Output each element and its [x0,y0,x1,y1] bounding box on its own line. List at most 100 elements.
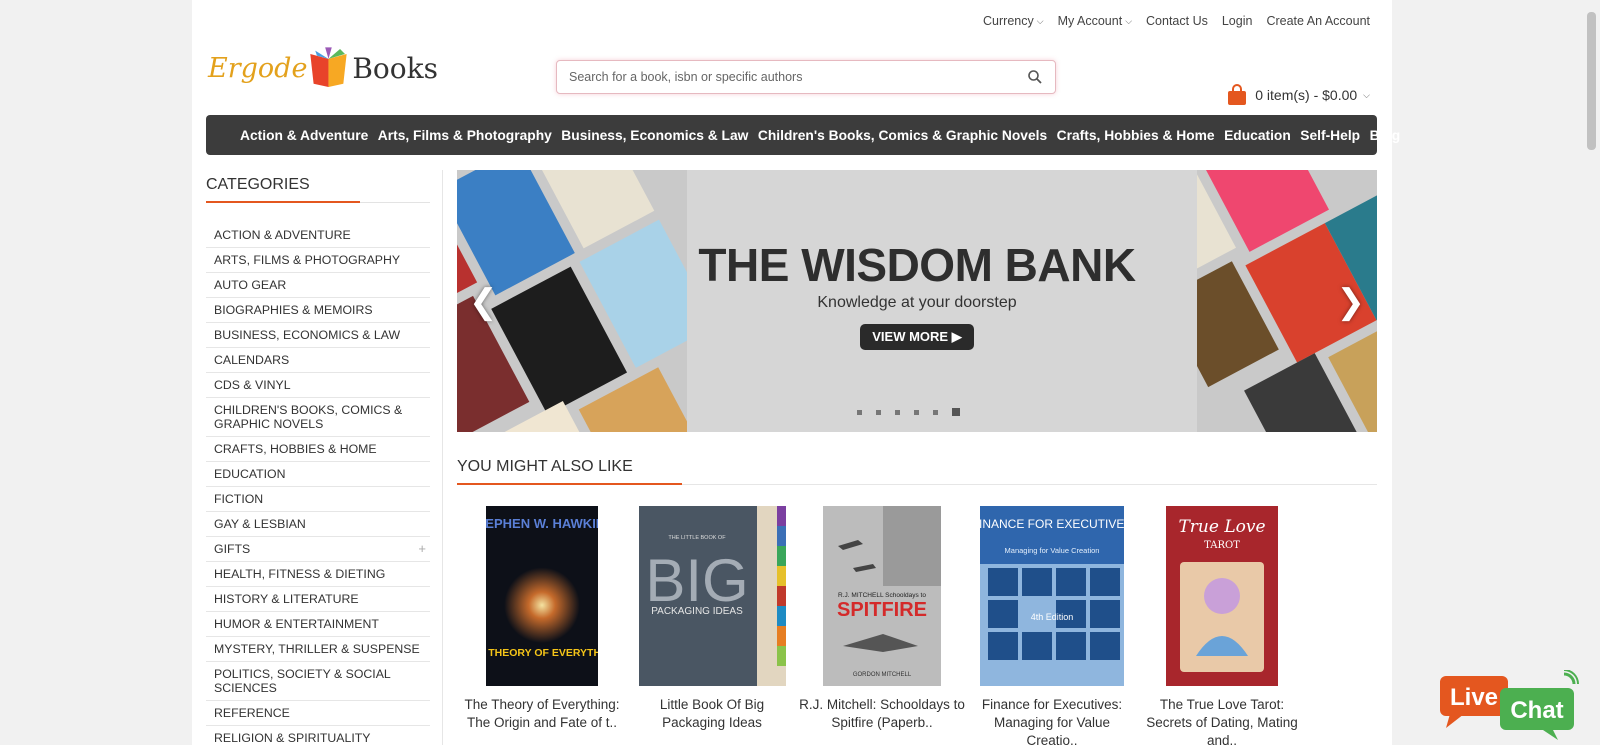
top-links: Currency ⌵ My Account ⌵ Contact Us Login C… [983,14,1370,28]
my-account-dropdown[interactable]: My Account ⌵ [1058,14,1132,28]
category-item[interactable]: RELIGION & SPIRITUALITY [206,726,430,745]
category-item[interactable]: CHILDREN'S BOOKS, COMICS & GRAPHIC NOVEL… [206,398,430,437]
cover-subtitle: PACKAGING IDEAS [651,606,743,617]
carousel-dot[interactable] [933,409,938,415]
category-item[interactable]: HISTORY & LITERATURE [206,587,430,612]
nav-item-childrens-books[interactable]: Children's Books, Comics & Graphic Novel… [758,128,1047,143]
nav-item-blog[interactable]: Blog [1370,128,1401,143]
category-item[interactable]: GAY & LESBIAN [206,512,430,537]
cover-title: THE THEORY OF EVERYTHING [486,647,598,659]
cover-title: FINANCE FOR EXECUTIVES [980,517,1124,531]
nav-item-arts-films[interactable]: Arts, Films & Photography [378,128,552,143]
categories-sidebar: CATEGORIES ACTION & ADVENTURE ARTS, FILM… [206,170,430,745]
cover-art: True Love TAROT [1166,506,1278,686]
login-link[interactable]: Login [1222,14,1253,28]
nav-item-education[interactable]: Education [1224,128,1291,143]
nav-item-business[interactable]: Business, Economics & Law [561,128,748,143]
category-item[interactable]: CALENDARS [206,348,430,373]
cart-label: 0 item(s) - $0.00 [1255,87,1358,103]
category-item[interactable]: CDS & VINYL [206,373,430,398]
product-card[interactable]: THE LITTLE BOOK OF BIG PACKAGING IDEAS L… [627,506,797,732]
nav-item-action-adventure[interactable]: Action & Adventure [240,128,368,143]
category-item[interactable]: BIOGRAPHIES & MEMOIRS [206,298,430,323]
cover-subtitle: R.J. MITCHELL Schooldays to [838,592,926,599]
carousel-dot[interactable] [876,409,881,415]
category-item[interactable]: CRAFTS, HOBBIES & HOME [206,437,430,462]
nav-item-self-help[interactable]: Self-Help [1300,128,1360,143]
cover-art: FINANCE FOR EXECUTIVES Managing for Valu… [980,506,1124,686]
category-item[interactable]: POLITICS, SOCIETY & SOCIAL SCIENCES [206,662,430,701]
cover-art: R.J. MITCHELL Schooldays to SPITFIRE GOR… [823,506,941,686]
product-card[interactable]: True Love TAROT The True Love Tarot: Sec… [1137,506,1307,745]
chevron-down-icon: ⌵ [1125,15,1133,26]
category-item[interactable]: HUMOR & ENTERTAINMENT [206,612,430,637]
product-cover[interactable]: FINANCE FOR EXECUTIVES Managing for Valu… [980,506,1124,686]
cover-art: THE LITTLE BOOK OF BIG PACKAGING IDEAS [638,506,786,686]
category-item[interactable]: AUTO GEAR [206,273,430,298]
carousel-dot-active[interactable] [952,408,960,416]
banner-title: THE WISDOM BANK [698,239,1136,291]
view-more-button[interactable]: VIEW MORE ▶ [860,324,974,350]
contact-us-link[interactable]: Contact Us [1146,14,1208,28]
live-chat-widget[interactable]: Live Chat [1440,669,1580,740]
cover-subtitle: TAROT [1204,540,1240,551]
chevron-right-icon[interactable]: ❯ [1337,282,1366,322]
cover-art: STEPHEN W. HAWKING THE THEORY OF EVERYTH… [486,506,598,686]
product-card[interactable]: R.J. MITCHELL Schooldays to SPITFIRE GOR… [797,506,967,732]
product-card[interactable]: FINANCE FOR EXECUTIVES Managing for Valu… [967,506,1137,745]
cover-subtitle: Managing for Value Creation [1005,546,1100,555]
category-item[interactable]: FICTION [206,487,430,512]
product-cover[interactable]: True Love TAROT [1166,506,1278,686]
live-chat-icon: Live Chat [1440,669,1579,740]
product-name[interactable]: Little Book Of Big Packaging Ideas [627,696,797,732]
section-title: YOU MIGHT ALSO LIKE [457,458,1377,485]
category-item[interactable]: MYSTERY, THRILLER & SUSPENSE [206,637,430,662]
nav-item-crafts[interactable]: Crafts, Hobbies & Home [1057,128,1215,143]
product-cover[interactable]: R.J. MITCHELL Schooldays to SPITFIRE GOR… [823,506,941,686]
currency-dropdown[interactable]: Currency ⌵ [983,14,1044,28]
cover-title: BIG [645,547,748,614]
hero-banner[interactable]: THE WISDOM BANK Knowledge at your doorst… [457,170,1377,432]
main-nav: Action & Adventure Arts, Films & Photogr… [206,115,1400,155]
page-scrollbar[interactable] [1583,0,1600,745]
category-item[interactable]: ACTION & ADVENTURE [206,223,430,248]
logo-books-text: Books [352,51,438,85]
cover-title: SPITFIRE [837,599,927,621]
site-logo[interactable]: Ergode Books [208,40,438,96]
carousel-dot[interactable] [914,409,919,415]
category-item[interactable]: HEALTH, FITNESS & DIETING [206,562,430,587]
product-name[interactable]: Finance for Executives: Managing for Val… [967,696,1137,745]
search-icon[interactable] [1027,69,1043,85]
expand-plus-icon[interactable]: + [418,542,426,556]
logo-ergode-text: Ergode [208,52,308,84]
search-input[interactable] [569,70,1027,84]
cover-author: GORDON MITCHELL [853,672,912,678]
product-name[interactable]: The Theory of Everything: The Origin and… [457,696,627,732]
content-divider [442,170,443,745]
product-card[interactable]: STEPHEN W. HAWKING THE THEORY OF EVERYTH… [457,506,627,732]
my-account-label: My Account [1057,14,1123,28]
category-item[interactable]: ARTS, FILMS & PHOTOGRAPHY [206,248,430,273]
cart-summary[interactable]: 0 item(s) - $0.00 ⌵ [1227,84,1370,106]
chevron-down-icon: ⌵ [1036,15,1044,26]
cover-edition: 4th Edition [1031,612,1074,622]
category-item-gifts[interactable]: GIFTS + [206,537,430,562]
product-cover[interactable]: THE LITTLE BOOK OF BIG PACKAGING IDEAS [638,506,786,686]
cover-title: True Love [1178,517,1265,537]
category-item[interactable]: REFERENCE [206,701,430,726]
scrollbar-thumb[interactable] [1587,12,1596,150]
chevron-left-icon[interactable]: ❮ [469,282,498,322]
banner-subtitle: Knowledge at your doorstep [817,294,1017,311]
banner-content: THE WISDOM BANK Knowledge at your doorst… [457,170,1377,432]
create-account-link[interactable]: Create An Account [1266,14,1370,28]
product-name[interactable]: R.J. Mitchell: Schooldays to Spitfire (P… [797,696,967,732]
category-item[interactable]: EDUCATION [206,462,430,487]
page-container: Currency ⌵ My Account ⌵ Contact Us Login C… [192,0,1400,745]
carousel-dot[interactable] [895,409,900,415]
product-cover[interactable]: STEPHEN W. HAWKING THE THEORY OF EVERYTH… [486,506,598,686]
categories-title: CATEGORIES [206,170,430,203]
product-name[interactable]: The True Love Tarot: Secrets of Dating, … [1137,696,1307,745]
category-list: ACTION & ADVENTURE ARTS, FILMS & PHOTOGR… [206,223,430,745]
carousel-dot[interactable] [857,409,862,415]
category-item[interactable]: BUSINESS, ECONOMICS & LAW [206,323,430,348]
